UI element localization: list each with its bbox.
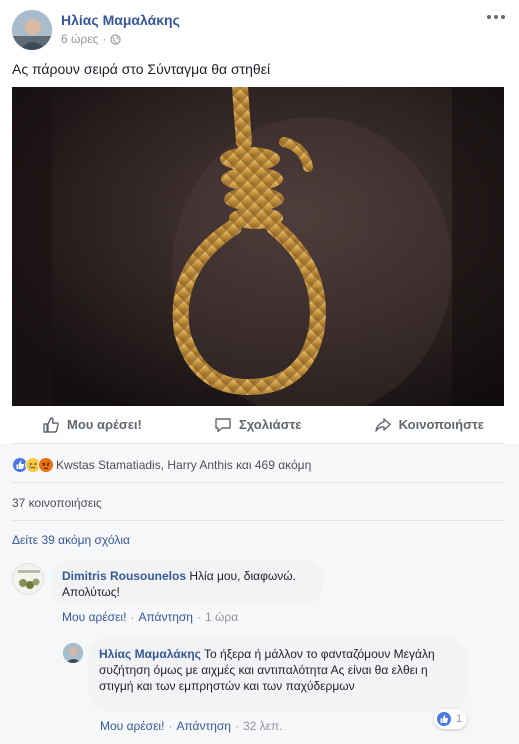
post-author-name[interactable]: Ηλίας Μαμαλάκης bbox=[61, 12, 180, 28]
shares-count[interactable]: 37 κοινοποιήσεις bbox=[12, 496, 102, 510]
like-button[interactable]: Μου αρέσει! bbox=[42, 416, 142, 434]
like-reaction-icon bbox=[436, 711, 452, 727]
reply-reply-link[interactable]: Απάντηση bbox=[176, 719, 231, 733]
angry-reaction-icon bbox=[38, 457, 54, 473]
comment-button[interactable]: Σχολιάστε bbox=[214, 416, 301, 434]
comment-icon bbox=[215, 417, 231, 432]
reply-like-link[interactable]: Μου αρέσει! bbox=[100, 719, 164, 733]
reaction-icons bbox=[12, 457, 54, 473]
reactions-summary-text: Kwstas Stamatiadis, Harry Anthis και 469… bbox=[56, 458, 312, 472]
meta-separator: · bbox=[234, 719, 239, 733]
post-header: Ηλίας Μαμαλάκης 6 ώρες · bbox=[0, 0, 519, 58]
reply-bubble: Ηλίας Μαμαλάκης Το ήξερα ή μάλλον το φαν… bbox=[89, 638, 467, 711]
post-timestamp[interactable]: 6 ώρες bbox=[61, 32, 98, 46]
comment-timestamp[interactable]: 1 ώρα bbox=[205, 610, 238, 624]
globe-icon bbox=[110, 33, 121, 45]
reply-reaction-count: 1 bbox=[456, 713, 463, 725]
thumbs-up-icon bbox=[43, 416, 59, 433]
meta-separator: · bbox=[196, 610, 201, 624]
reactions-summary[interactable]: Kwstas Stamatiadis, Harry Anthis και 469… bbox=[12, 457, 311, 473]
post-meta: 6 ώρες · bbox=[61, 32, 121, 46]
comment-button-label: Σχολιάστε bbox=[238, 417, 302, 432]
share-arrow-icon bbox=[374, 417, 391, 432]
comment-author[interactable]: Dimitris Rousounelos bbox=[62, 569, 186, 583]
reply-reaction-badge[interactable]: 1 bbox=[434, 709, 468, 729]
reply-avatar[interactable] bbox=[63, 643, 83, 663]
reply-meta: Μου αρέσει! · Απάντηση · 32 λεπ. bbox=[100, 719, 283, 733]
like-button-label: Μου αρέσει! bbox=[67, 417, 142, 432]
share-button[interactable]: Κοινοποιήστε bbox=[374, 416, 484, 434]
meta-separator: · bbox=[168, 719, 173, 733]
commenter-avatar[interactable] bbox=[12, 563, 44, 595]
reply-timestamp[interactable]: 32 λεπ. bbox=[243, 719, 283, 733]
comment-like-link[interactable]: Μου αρέσει! bbox=[62, 610, 126, 624]
meta-separator: · bbox=[130, 610, 135, 624]
comment-reply-link[interactable]: Απάντηση bbox=[138, 610, 193, 624]
more-options-icon[interactable] bbox=[487, 12, 505, 22]
meta-separator: · bbox=[102, 32, 107, 46]
author-avatar[interactable] bbox=[12, 10, 52, 50]
comment-meta: Μου αρέσει! · Απάντηση · 1 ώρα bbox=[62, 610, 238, 624]
reply-author[interactable]: Ηλίας Μαμαλάκης bbox=[99, 647, 201, 661]
post-action-bar: Μου αρέσει! Σχολιάστε Κοινοποιήστε bbox=[12, 406, 504, 444]
comment-bubble: Dimitris Rousounelos Ηλία μου, διαφωνώ. … bbox=[51, 560, 323, 604]
post-text: Ας πάρουν σειρά στο Σύνταγμα θα στηθεί bbox=[12, 61, 271, 77]
share-button-label: Κοινοποιήστε bbox=[398, 417, 484, 432]
view-more-comments-link[interactable]: Δείτε 39 ακόμη σχόλια bbox=[12, 533, 130, 547]
divider bbox=[12, 520, 504, 521]
post-image[interactable] bbox=[12, 87, 504, 406]
divider bbox=[12, 482, 504, 483]
